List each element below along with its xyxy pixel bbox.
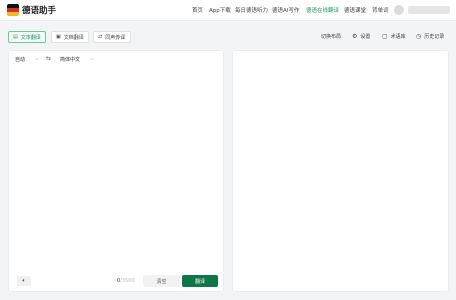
book-icon: ▢ [382,33,388,40]
nav-online-translation[interactable]: 德语在线翻译 [306,6,339,14]
nav-app-download[interactable]: App下载 [209,6,231,14]
settings-button[interactable]: ⚙ 设置 [352,33,370,40]
text-icon: ▤ [13,34,18,40]
settings-label: 设置 [360,34,371,40]
char-limit: /3500 [120,278,135,284]
translation-result-panel [232,50,449,292]
switch-layout-button[interactable]: 切换布局 [321,33,341,40]
nav-daily-listening[interactable]: 每日德语听力 [235,6,268,14]
tab-label: 文本翻译 [20,34,41,41]
translate-button[interactable]: 翻译 [182,275,218,287]
history-label: 历史记录 [424,34,445,40]
swap-languages-icon[interactable]: ⇆ [46,55,51,62]
document-icon: ▣ [56,34,61,40]
interpret-icon: ⇄ [98,34,103,40]
nav-home[interactable]: 首页 [192,6,203,14]
chevron-down-icon[interactable]: ⌵ [35,56,38,62]
nav-vocabulary[interactable]: 背单词 [372,6,389,14]
clear-button[interactable]: 清空 [143,275,180,287]
tab-label: 文档翻译 [63,34,84,41]
brand-name[interactable]: 德语助手 [22,4,56,16]
tab-document-translation[interactable]: ▣ 文档翻译 [51,31,89,43]
chevron-down-icon[interactable]: ⌵ [90,56,93,62]
switch-layout-label: 切换布局 [321,34,342,40]
top-navigation-bar: 德语助手 首页 App下载 每日德语听力 德语AI写作 德语在线翻译 德语课堂 … [0,0,456,21]
user-account-area[interactable] [408,6,450,14]
tab-label: 同声传译 [105,34,126,41]
target-language-select[interactable]: 简体中文 [60,56,80,63]
source-text-panel[interactable]: 自动 ⌵ ⇆ 简体中文 ⌵ 🔈︎ 0/3500 清空 翻译 [8,50,224,292]
speaker-icon[interactable]: 🔈︎ [17,276,31,286]
glossary-button[interactable]: ▢ 术语库 [382,33,406,40]
source-language-select[interactable]: 自动 [15,56,25,63]
glossary-label: 术语库 [390,34,406,40]
tab-simultaneous-interpretation[interactable]: ⇄ 同声传译 [93,31,131,43]
nav-ai-writing[interactable]: 德语AI写作 [272,6,299,14]
history-button[interactable]: ◷ 历史记录 [416,33,444,40]
character-count: 0/3500 [117,278,135,284]
gear-icon: ⚙ [352,33,358,40]
tab-text-translation[interactable]: ▤ 文本翻译 [8,31,46,43]
nav-classroom[interactable]: 德语课堂 [344,6,366,14]
logo-icon[interactable] [7,4,19,16]
user-avatar[interactable] [394,5,404,15]
clock-icon: ◷ [416,33,422,40]
